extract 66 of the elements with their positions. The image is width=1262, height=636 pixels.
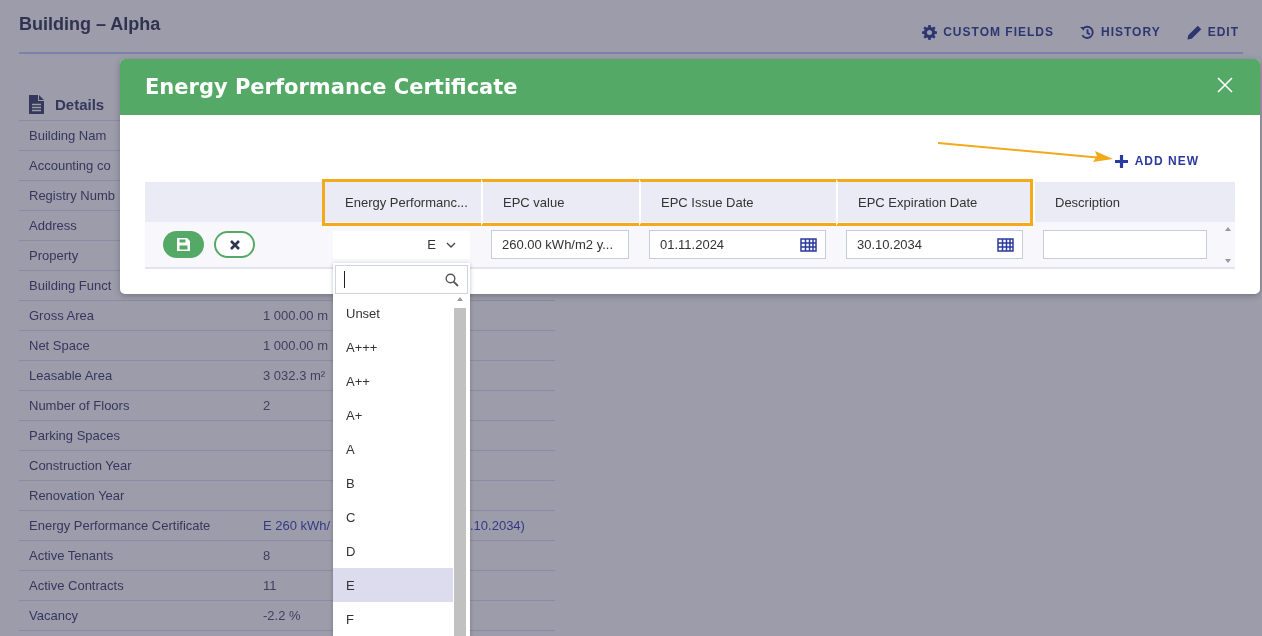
history-icon [1079,24,1095,40]
dropdown-option[interactable]: F [333,602,453,636]
field-value: -2.2 % [263,608,302,623]
add-new-link[interactable]: ADD NEW [1114,154,1199,168]
field-label: Gross Area [28,308,96,323]
dropdown-option[interactable]: E [333,568,453,602]
field-label: Active Contracts [28,578,125,593]
close-icon[interactable] [1217,77,1233,93]
field-label: Construction Year [28,458,133,473]
field-value: E 260 kWh/ [263,518,332,533]
field-label: Net Space [28,338,91,353]
search-field[interactable] [335,265,468,294]
field-value: 1 000.00 m [263,338,330,353]
field-label: Active Tenants [28,548,115,563]
field-label: Number of Floors [28,398,131,413]
dropdown-option[interactable]: A+++ [333,330,453,364]
gear-icon [922,24,938,40]
dropdown-option[interactable]: C [333,500,453,534]
action-link[interactable]: EDIT [1186,24,1243,40]
section-heading: Details [55,95,105,113]
field-value: .10.2034) [470,518,525,533]
field-label: Registry Numb [28,188,116,203]
chevron-icon [446,241,456,248]
document-icon [29,94,44,114]
floppy-icon [177,238,190,251]
modal-title: Energy Performance Certificate [145,75,518,99]
pencil-icon [1186,24,1202,40]
close-icon [229,239,240,250]
dropdown-option[interactable]: A [333,432,453,466]
field-label: Accounting co [28,158,112,173]
field-label: Building Funct [28,278,113,293]
field-label: Address [28,218,78,233]
date-field[interactable]: 01.11.2024 [649,230,826,259]
plus-icon [1114,154,1128,168]
date-field[interactable]: 30.10.2034 [846,230,1023,259]
scroll-up-icon[interactable] [456,296,464,302]
field-value: 11 [263,578,278,593]
field-label: Renovation Year [28,488,126,503]
action-link[interactable]: HISTORY [1079,24,1165,40]
field-label: Property [28,248,80,263]
action-link[interactable]: CUSTOM FIELDS [922,24,1058,40]
dropdown-option[interactable]: B [333,466,453,500]
field-label: Vacancy [28,608,79,623]
field-label: Leasable Area [28,368,114,383]
search-icon [445,272,459,287]
field-label: Energy Performance Certificate [28,518,212,533]
dropdown-option[interactable]: A+ [333,398,453,432]
dropdown-option[interactable]: D [333,534,453,568]
field-value: 8 [263,548,272,563]
cancel-button[interactable] [214,231,255,258]
scrollbar[interactable] [453,296,467,636]
value-field[interactable]: 260.00 kWh/m2 y... [491,230,629,259]
field-value: 3 032.3 m² [263,368,327,383]
description-field[interactable] [1043,230,1207,259]
field-label: Parking Spaces [28,428,122,443]
field-value: 1 000.00 m [263,308,330,323]
page-title: Building – Alpha [19,13,161,35]
save-button[interactable] [163,231,204,258]
dropdown-option[interactable]: A++ [333,364,453,398]
field-value: 2 [263,398,272,413]
column-header: EPC Expiration Date [836,179,1033,226]
field-label: Building Nam [28,128,108,143]
calendar-icon [997,237,1014,252]
calendar-icon [800,237,817,252]
class-select[interactable]: E [333,230,470,259]
dropdown-option[interactable]: Unset [333,296,453,330]
